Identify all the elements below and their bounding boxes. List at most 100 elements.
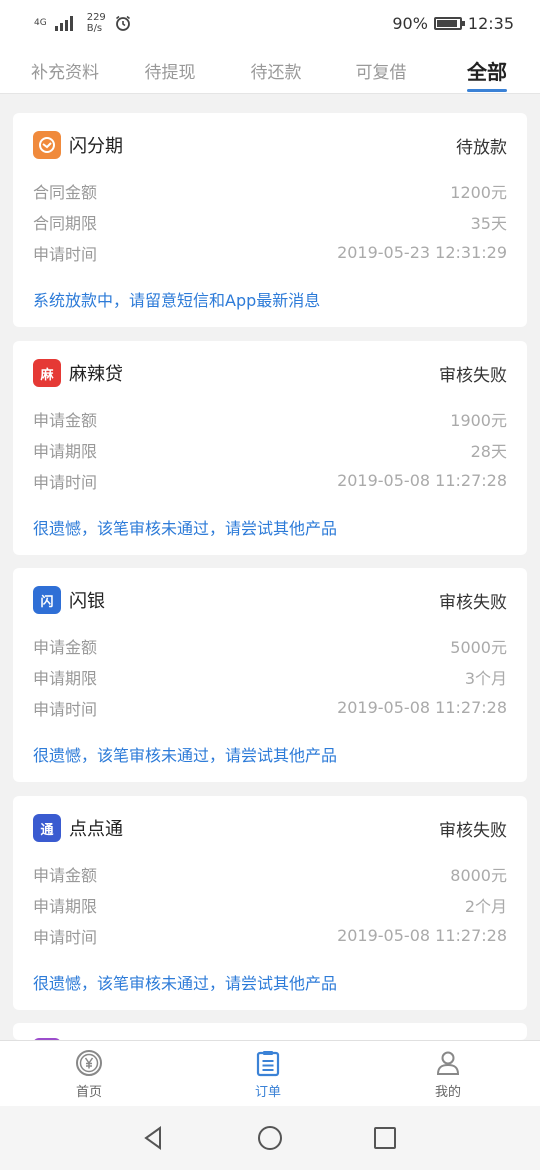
tab-pending-repay[interactable]: 待还款 xyxy=(251,46,302,94)
detail-label: 申请期限 xyxy=(33,441,98,461)
signal-icon xyxy=(54,15,73,31)
person-icon xyxy=(436,1051,460,1075)
card-header: 闪 闪银 审核失败 xyxy=(33,584,507,616)
product-title: 麻 麻辣贷 xyxy=(33,359,123,387)
order-card[interactable]: 通 点点通 审核失败 申请金额 8000元 申请期限 2个月 申请时间 2019-05… xyxy=(13,796,527,1010)
order-details: 申请金额 8000元 申请期限 2个月 申请时间 2019-05-08 11:27:2… xyxy=(33,858,507,951)
detail-row: 申请时间 2019-05-08 11:27:28 xyxy=(33,920,507,951)
product-title: 通 点点通 xyxy=(33,814,123,842)
tab-label: 可复借 xyxy=(355,62,407,83)
status-left: 4G 229 B/s xyxy=(34,12,132,34)
battery-percent: 90% xyxy=(392,13,428,33)
battery-fill xyxy=(436,19,457,27)
order-card[interactable]: 闪分期 待放款 合同金额 1200元 合同期限 35天 申请时间 2019-05-23… xyxy=(13,113,527,327)
home-circle-icon[interactable] xyxy=(256,1124,284,1152)
order-details: 合同金额 1200元 合同期限 35天 申请时间 2019-05-23 12:31:2… xyxy=(33,175,507,268)
detail-label: 申请时间 xyxy=(33,927,98,947)
order-notice: 很遗憾，该笔审核未通过，请尝试其他产品 xyxy=(33,746,338,765)
active-tab-indicator xyxy=(467,89,507,92)
nav-profile[interactable]: 我的 xyxy=(403,1049,493,1100)
detail-label: 合同期限 xyxy=(33,213,98,233)
flash-installment-logo-icon xyxy=(39,137,55,153)
detail-value: 1900元 xyxy=(450,410,507,430)
product-name: 闪银 xyxy=(69,591,105,612)
detail-label: 申请金额 xyxy=(33,410,98,430)
detail-row: 合同金额 1200元 xyxy=(33,175,507,206)
tab-label: 待还款 xyxy=(250,62,302,83)
detail-value: 2个月 xyxy=(464,896,507,916)
detail-label: 申请期限 xyxy=(33,896,98,916)
detail-value: 2019-05-08 11:27:28 xyxy=(337,698,507,717)
tab-reborrow[interactable]: 可复借 xyxy=(356,46,407,94)
detail-row: 合同期限 35天 xyxy=(33,206,507,237)
detail-value: 35天 xyxy=(470,213,507,233)
product-title: 闪 闪银 xyxy=(33,586,105,614)
order-status: 待放款 xyxy=(456,137,507,158)
product-logo: 麻 xyxy=(33,359,61,387)
alarm-clock-icon xyxy=(115,15,130,31)
product-logo: 通 xyxy=(33,814,61,842)
tab-supplement-info[interactable]: 补充资料 xyxy=(31,46,99,94)
system-navigation-bar xyxy=(0,1106,540,1170)
detail-label: 申请时间 xyxy=(33,699,98,719)
card-header: 通 点点通 审核失败 xyxy=(33,812,507,844)
detail-value: 2019-05-23 12:31:29 xyxy=(337,243,507,262)
network-indicator: 4G xyxy=(34,17,47,28)
clipboard-list-icon xyxy=(256,1051,280,1077)
detail-value: 1200元 xyxy=(450,182,507,202)
product-logo xyxy=(33,131,61,159)
detail-label: 合同金额 xyxy=(33,182,98,202)
detail-label: 申请金额 xyxy=(33,865,98,885)
battery-icon xyxy=(433,16,465,30)
nav-label: 我的 xyxy=(434,1085,461,1100)
detail-row: 申请期限 3个月 xyxy=(33,661,507,692)
detail-label: 申请时间 xyxy=(33,472,98,492)
card-header: 闪分期 待放款 xyxy=(33,129,507,161)
detail-value: 8000元 xyxy=(450,865,507,885)
detail-row: 申请时间 2019-05-08 11:27:28 xyxy=(33,692,507,723)
tab-label: 待提现 xyxy=(144,62,196,83)
detail-label: 申请期限 xyxy=(33,668,98,688)
detail-value: 3个月 xyxy=(464,668,507,688)
tab-all[interactable]: 全部 xyxy=(467,46,507,94)
detail-value: 28天 xyxy=(470,441,507,461)
product-logo: 闪 xyxy=(33,586,61,614)
product-title: 闪分期 xyxy=(33,131,123,159)
back-triangle-icon[interactable] xyxy=(140,1124,168,1152)
order-card-partial[interactable] xyxy=(13,1023,527,1040)
clock: 12:35 xyxy=(467,13,514,33)
order-details: 申请金额 5000元 申请期限 3个月 申请时间 2019-05-08 11:27:2… xyxy=(33,630,507,723)
card-header: 麻 麻辣贷 审核失败 xyxy=(33,357,507,389)
detail-label: 申请金额 xyxy=(33,637,98,657)
detail-row: 申请金额 8000元 xyxy=(33,858,507,889)
order-details: 申请金额 1900元 申请期限 28天 申请时间 2019-05-08 11:27:2… xyxy=(33,403,507,496)
network-type: 4G xyxy=(34,17,47,28)
tab-label: 全部 xyxy=(467,59,507,84)
order-card[interactable]: 闪 闪银 审核失败 申请金额 5000元 申请期限 3个月 申请时间 2019-05-… xyxy=(13,568,527,782)
nav-orders[interactable]: 订单 xyxy=(223,1049,313,1100)
detail-value: 2019-05-08 11:27:28 xyxy=(337,926,507,945)
detail-value: 5000元 xyxy=(450,637,507,657)
status-right: 90% 12:35 xyxy=(392,14,514,33)
order-filter-tabs: 补充资料 待提现 待还款 可复借 全部 xyxy=(0,46,540,94)
tab-label: 补充资料 xyxy=(31,62,99,83)
nav-home[interactable]: 首页 xyxy=(44,1049,134,1100)
status-bar: 4G 229 B/s 90% 12:35 xyxy=(0,0,540,46)
speed-unit: B/s xyxy=(86,23,103,34)
product-name: 麻辣贷 xyxy=(69,364,123,385)
yen-coin-icon xyxy=(76,1050,102,1076)
product-name: 点点通 xyxy=(69,819,123,840)
network-speed: 229 B/s xyxy=(87,12,106,34)
product-name: 闪分期 xyxy=(69,136,123,157)
detail-row: 申请金额 1900元 xyxy=(33,403,507,434)
recents-square-icon[interactable] xyxy=(371,1124,399,1152)
tab-pending-withdraw[interactable]: 待提现 xyxy=(145,46,196,94)
order-status: 审核失败 xyxy=(439,592,507,613)
detail-row: 申请期限 2个月 xyxy=(33,889,507,920)
shanyin-logo-icon: 闪 xyxy=(40,594,54,610)
order-notice: 系统放款中，请留意短信和App最新消息 xyxy=(33,291,321,310)
detail-label: 申请时间 xyxy=(33,244,98,264)
detail-row: 申请金额 5000元 xyxy=(33,630,507,661)
order-status: 审核失败 xyxy=(439,820,507,841)
order-card[interactable]: 麻 麻辣贷 审核失败 申请金额 1900元 申请期限 28天 申请时间 2019-05… xyxy=(13,341,527,555)
